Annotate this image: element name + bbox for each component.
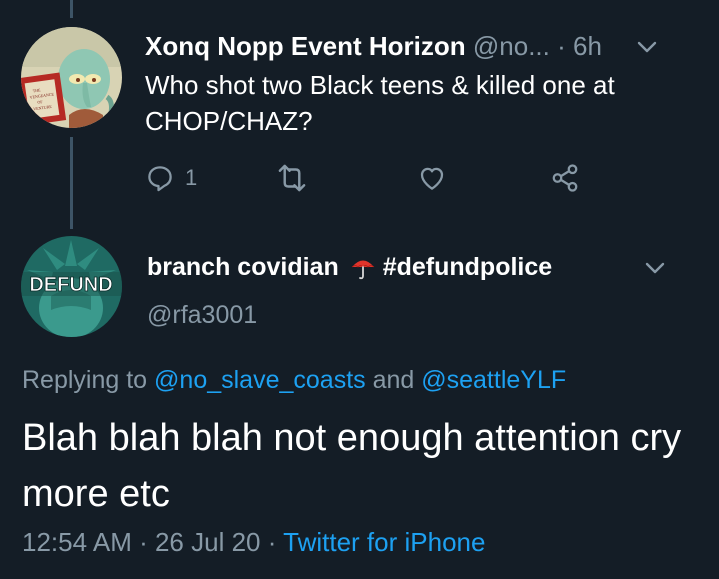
user-handle[interactable]: @rfa3001 [147, 298, 257, 332]
relative-time[interactable]: 6h [573, 31, 602, 61]
tweet-text: Blah blah blah not enough attention cry … [22, 417, 682, 515]
avatar-text: DEFUND [29, 274, 112, 296]
tweet-actions: 1 [145, 158, 615, 198]
thread-line-connector [70, 137, 73, 229]
avatar[interactable]: DEFUND [21, 236, 122, 337]
reply-count: 1 [185, 165, 198, 190]
thread-line-top [70, 0, 73, 18]
user-handle[interactable]: @no... [473, 31, 550, 61]
squidward-avatar-image: THE VENGEANCE OF VENTURE [21, 27, 122, 128]
share-icon [550, 163, 580, 193]
parent-tweet-header: Xonq Nopp Event Horizon @no... · 6h [145, 30, 602, 62]
like-button[interactable] [417, 158, 447, 198]
tweet-metadata: 12:54 AM · 26 Jul 20 · Twitter for iPhon… [22, 525, 485, 559]
mention-link[interactable]: @seattleYLF [421, 366, 566, 394]
separator-dot: · [131, 527, 155, 557]
umbrella-icon [349, 253, 377, 281]
timestamp[interactable]: 12:54 AM [22, 527, 132, 557]
source-link[interactable]: Twitter for iPhone [283, 527, 485, 557]
heart-icon [417, 163, 447, 193]
reply-icon [145, 163, 175, 193]
retweet-icon [275, 163, 309, 193]
share-button[interactable] [550, 158, 580, 198]
avatar[interactable]: THE VENGEANCE OF VENTURE [21, 27, 122, 128]
defund-avatar-image: DEFUND [21, 236, 122, 337]
date[interactable]: 26 Jul 20 [155, 527, 261, 557]
separator-dot: · [260, 527, 284, 557]
main-tweet-header[interactable]: branch covidian #defundpolice [147, 250, 552, 284]
separator-dot: · [557, 31, 573, 61]
hashtag[interactable]: #defundpolice [383, 250, 552, 284]
retweet-button[interactable] [275, 158, 309, 198]
chevron-down-icon[interactable] [636, 36, 658, 58]
replying-and: and [365, 366, 422, 394]
display-name[interactable]: branch covidian [147, 250, 339, 284]
mention-link[interactable]: @no_slave_coasts [154, 366, 366, 394]
chevron-down-icon[interactable] [643, 256, 667, 280]
replying-prefix: Replying to [22, 366, 155, 394]
reply-button[interactable]: 1 [145, 158, 197, 198]
replying-to: Replying to @no_slave_coasts and @seattl… [22, 363, 566, 397]
tweet-text: Who shot two Black teens & killed one at… [145, 70, 615, 136]
display-name[interactable]: Xonq Nopp Event Horizon [145, 31, 466, 61]
